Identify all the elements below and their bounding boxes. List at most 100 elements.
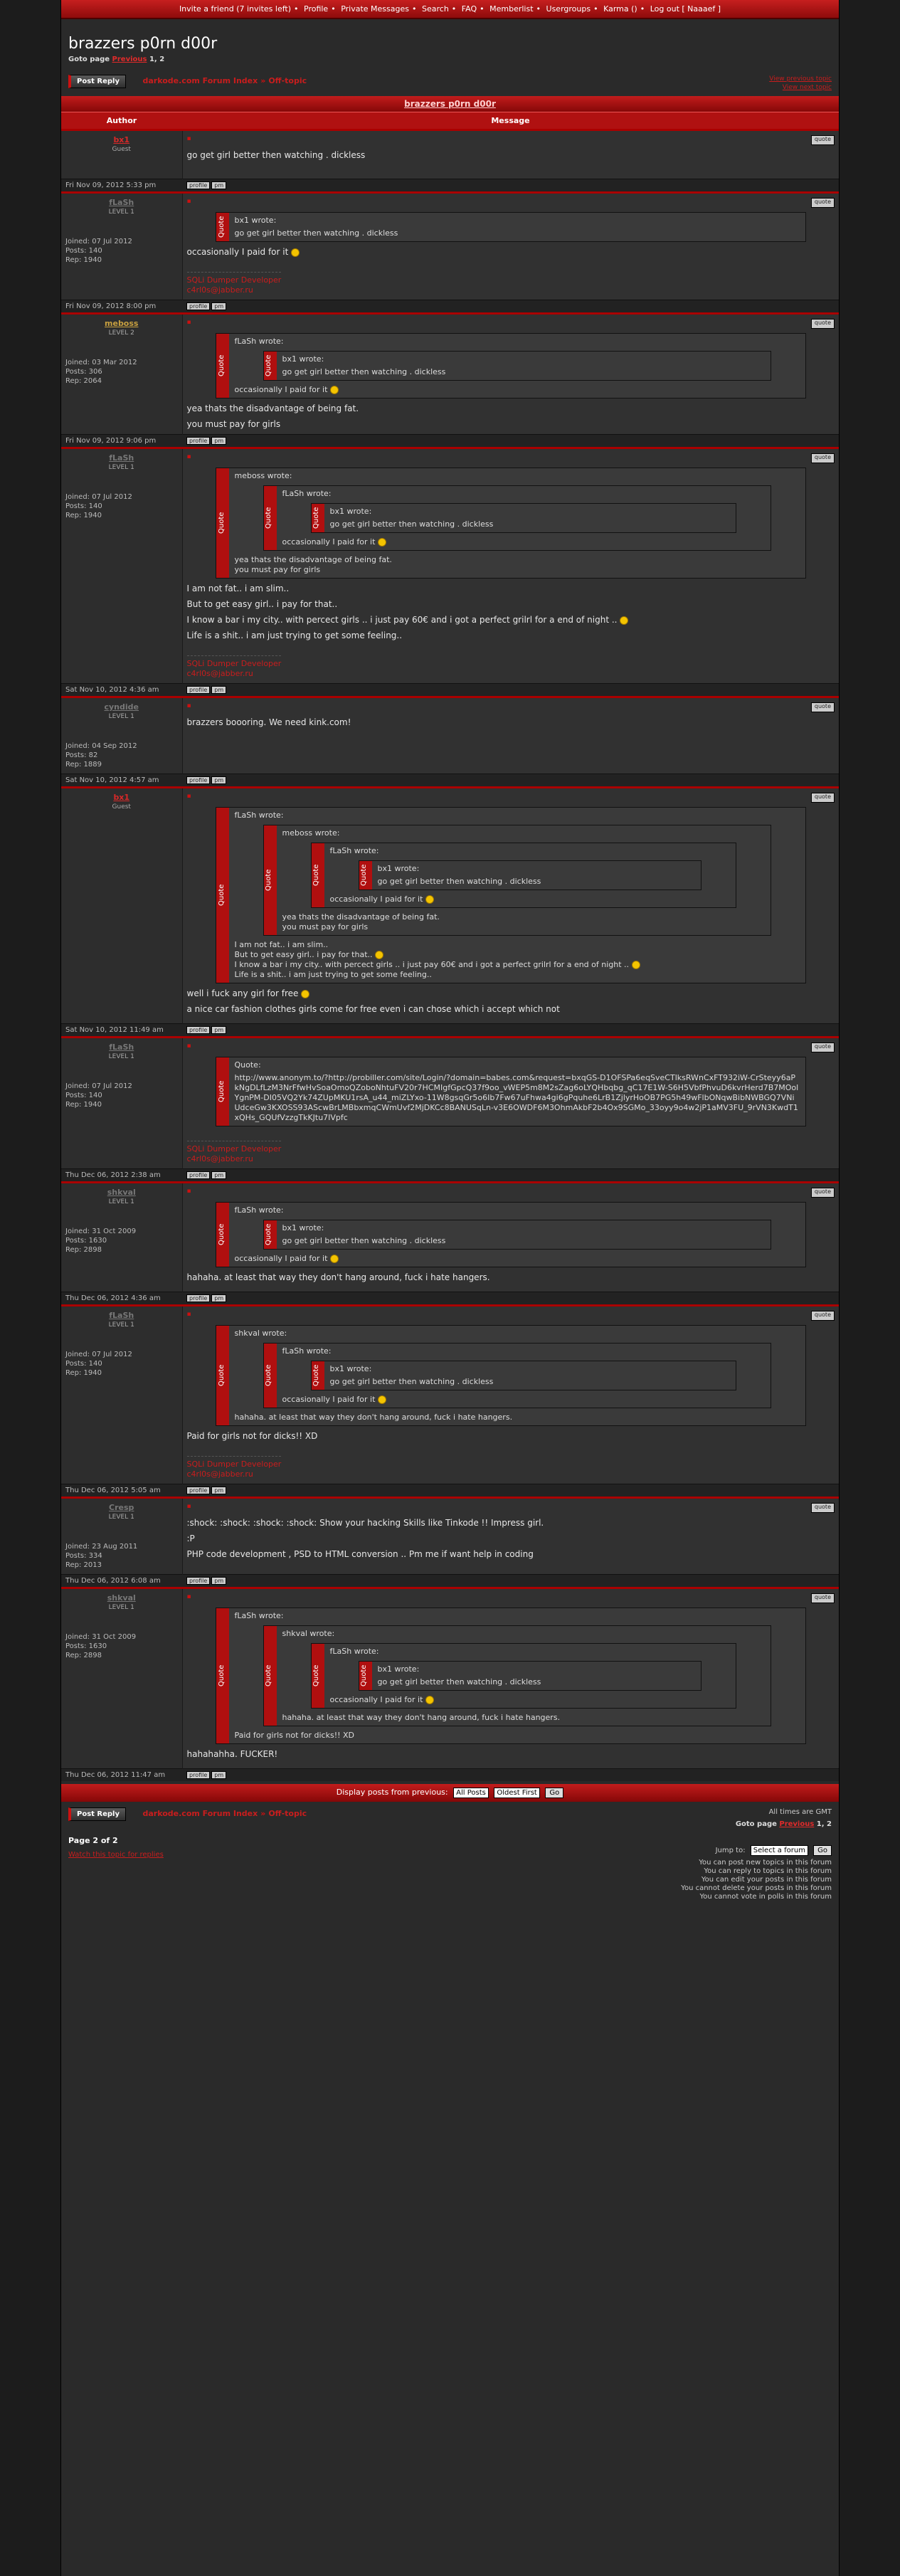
quote-side-label: Quote (263, 1626, 277, 1726)
quote-button[interactable]: quote (810, 1311, 835, 1321)
author-name[interactable]: fLaSh (65, 1311, 178, 1320)
post-reply-button-bottom[interactable]: Post Reply (68, 1807, 126, 1821)
pm-button[interactable]: pm (211, 181, 227, 189)
author-name[interactable]: fLaSh (65, 453, 178, 463)
quote-button[interactable]: quote (810, 1188, 835, 1198)
author-name[interactable]: cyndide (65, 702, 178, 712)
profile-button[interactable]: profile (186, 1577, 211, 1585)
pm-button[interactable]: pm (211, 1487, 227, 1494)
nav-karma[interactable]: Karma () (603, 4, 637, 14)
nav-profile[interactable]: Profile (304, 4, 328, 14)
author-name[interactable]: bx1 (65, 135, 178, 144)
post-icon[interactable]: ▪ (187, 319, 191, 329)
profile-button[interactable]: profile (186, 1487, 211, 1494)
post-message: ▪ quote Quote meboss wrote: Quote fLaSh wrote… (182, 448, 839, 684)
author-name[interactable]: fLaSh (65, 198, 178, 207)
subforum-link[interactable]: Off-topic (268, 76, 307, 85)
post-footer: Thu Dec 06, 2012 4:36 am profile pm (61, 1292, 839, 1306)
post-text: you must pay for girls (186, 419, 281, 429)
profile-button[interactable]: profile (186, 437, 211, 445)
nav-faq[interactable]: FAQ (462, 4, 477, 14)
display-days-select[interactable]: All Posts (453, 1788, 489, 1798)
post-row: shkval LEVEL 1 Joined: 31 Oct 2009 Posts: 1… (61, 1182, 839, 1292)
author-name[interactable]: Cresp (65, 1503, 178, 1512)
nav-usergroups[interactable]: Usergroups (546, 4, 591, 14)
pm-button[interactable]: pm (211, 686, 227, 694)
subforum-link[interactable]: Off-topic (268, 1809, 307, 1818)
pm-button[interactable]: pm (211, 1294, 227, 1302)
profile-button[interactable]: profile (186, 1771, 211, 1779)
post-date: Fri Nov 09, 2012 8:00 pm (61, 300, 182, 314)
author-name[interactable]: meboss (65, 319, 178, 328)
pm-button[interactable]: pm (211, 1577, 227, 1585)
profile-button[interactable]: profile (186, 686, 211, 694)
nav-pm[interactable]: Private Messages (341, 4, 409, 14)
quote-button[interactable]: quote (810, 702, 835, 712)
post-author: fLaSh LEVEL 1 Joined: 07 Jul 2012 Posts: 14… (61, 1037, 183, 1169)
post-footer: Thu Dec 06, 2012 11:47 am profile pm (61, 1768, 839, 1781)
forum-index-link[interactable]: darkode.com Forum Index (143, 1809, 258, 1818)
profile-button[interactable]: profile (186, 776, 211, 784)
pm-button[interactable]: pm (211, 1771, 227, 1779)
quote-button[interactable]: quote (810, 793, 835, 803)
post-footer: Fri Nov 09, 2012 5:33 pm profile pm (61, 179, 839, 193)
nav-logout[interactable]: Log out [ Naaaef ] (650, 4, 721, 14)
quote-button[interactable]: quote (810, 319, 835, 329)
nav-memberlist[interactable]: Memberlist (489, 4, 533, 14)
jump-go-button[interactable]: Go (813, 1845, 832, 1856)
quote-text: occasionally I paid for it (330, 894, 731, 904)
jump-select[interactable]: Select a forum (750, 1845, 808, 1856)
quote-button[interactable]: quote (810, 1042, 835, 1052)
profile-button[interactable]: profile (186, 1171, 211, 1179)
quote-button[interactable]: quote (810, 453, 835, 463)
author-rank: Guest (112, 803, 131, 811)
prev-page-link[interactable]: Previous (779, 1820, 814, 1828)
next-topic-link[interactable]: View next topic (769, 83, 832, 92)
post-icon[interactable]: ▪ (187, 198, 191, 208)
profile-button[interactable]: profile (186, 181, 211, 189)
post-icon[interactable]: ▪ (187, 1311, 191, 1321)
quote-side-label: Quote (216, 1326, 229, 1425)
smiley-icon (375, 951, 384, 959)
display-order-select[interactable]: Oldest First (494, 1788, 540, 1798)
profile-button[interactable]: profile (186, 1026, 211, 1034)
quote-text: go get girl better then watching . dickl… (282, 1236, 446, 1245)
quote-button[interactable]: quote (810, 1593, 835, 1603)
quote-button[interactable]: quote (810, 135, 835, 145)
quote-button[interactable]: quote (810, 198, 835, 208)
forum-index-link[interactable]: darkode.com Forum Index (143, 76, 258, 85)
pm-button[interactable]: pm (211, 302, 227, 310)
post-icon[interactable]: ▪ (187, 1593, 191, 1603)
pm-button[interactable]: pm (211, 776, 227, 784)
pm-button[interactable]: pm (211, 437, 227, 445)
quote-text: occasionally I paid for it (282, 1395, 766, 1405)
display-go-button[interactable]: Go (545, 1788, 564, 1798)
pm-button[interactable]: pm (211, 1171, 227, 1179)
post-icon[interactable]: ▪ (187, 1042, 191, 1052)
nav-search[interactable]: Search (422, 4, 449, 14)
author-name[interactable]: fLaSh (65, 1042, 178, 1052)
prev-topic-link[interactable]: View previous topic (769, 75, 832, 83)
pm-button[interactable]: pm (211, 1026, 227, 1034)
author-name[interactable]: shkval (65, 1188, 178, 1197)
post-text: hahaha. at least that way they don't han… (186, 1272, 490, 1282)
prev-page-link[interactable]: Previous (112, 56, 147, 63)
post-row: cyndide LEVEL 1 Joined: 04 Sep 2012 Posts: … (61, 697, 839, 774)
quote-button[interactable]: quote (810, 1503, 835, 1513)
post-reply-button[interactable]: Post Reply (68, 75, 126, 88)
smiley-icon (631, 961, 640, 969)
post-icon[interactable]: ▪ (187, 1188, 191, 1198)
post-icon[interactable]: ▪ (187, 702, 191, 712)
post-icon[interactable]: ▪ (187, 1503, 191, 1513)
watch-topic-link[interactable]: Watch this topic for replies (68, 1851, 164, 1901)
topic-title[interactable]: brazzers p0rn d00r (404, 99, 496, 109)
profile-button[interactable]: profile (186, 302, 211, 310)
author-name[interactable]: shkval (65, 1593, 178, 1603)
post-icon[interactable]: ▪ (187, 793, 191, 803)
post-icon[interactable]: ▪ (187, 135, 191, 145)
post-author: cyndide LEVEL 1 Joined: 04 Sep 2012 Posts: … (61, 697, 183, 774)
profile-button[interactable]: profile (186, 1294, 211, 1302)
author-name[interactable]: bx1 (65, 793, 178, 802)
nav-invite[interactable]: Invite a friend (7 invites left) (179, 4, 291, 14)
post-icon[interactable]: ▪ (187, 453, 191, 463)
